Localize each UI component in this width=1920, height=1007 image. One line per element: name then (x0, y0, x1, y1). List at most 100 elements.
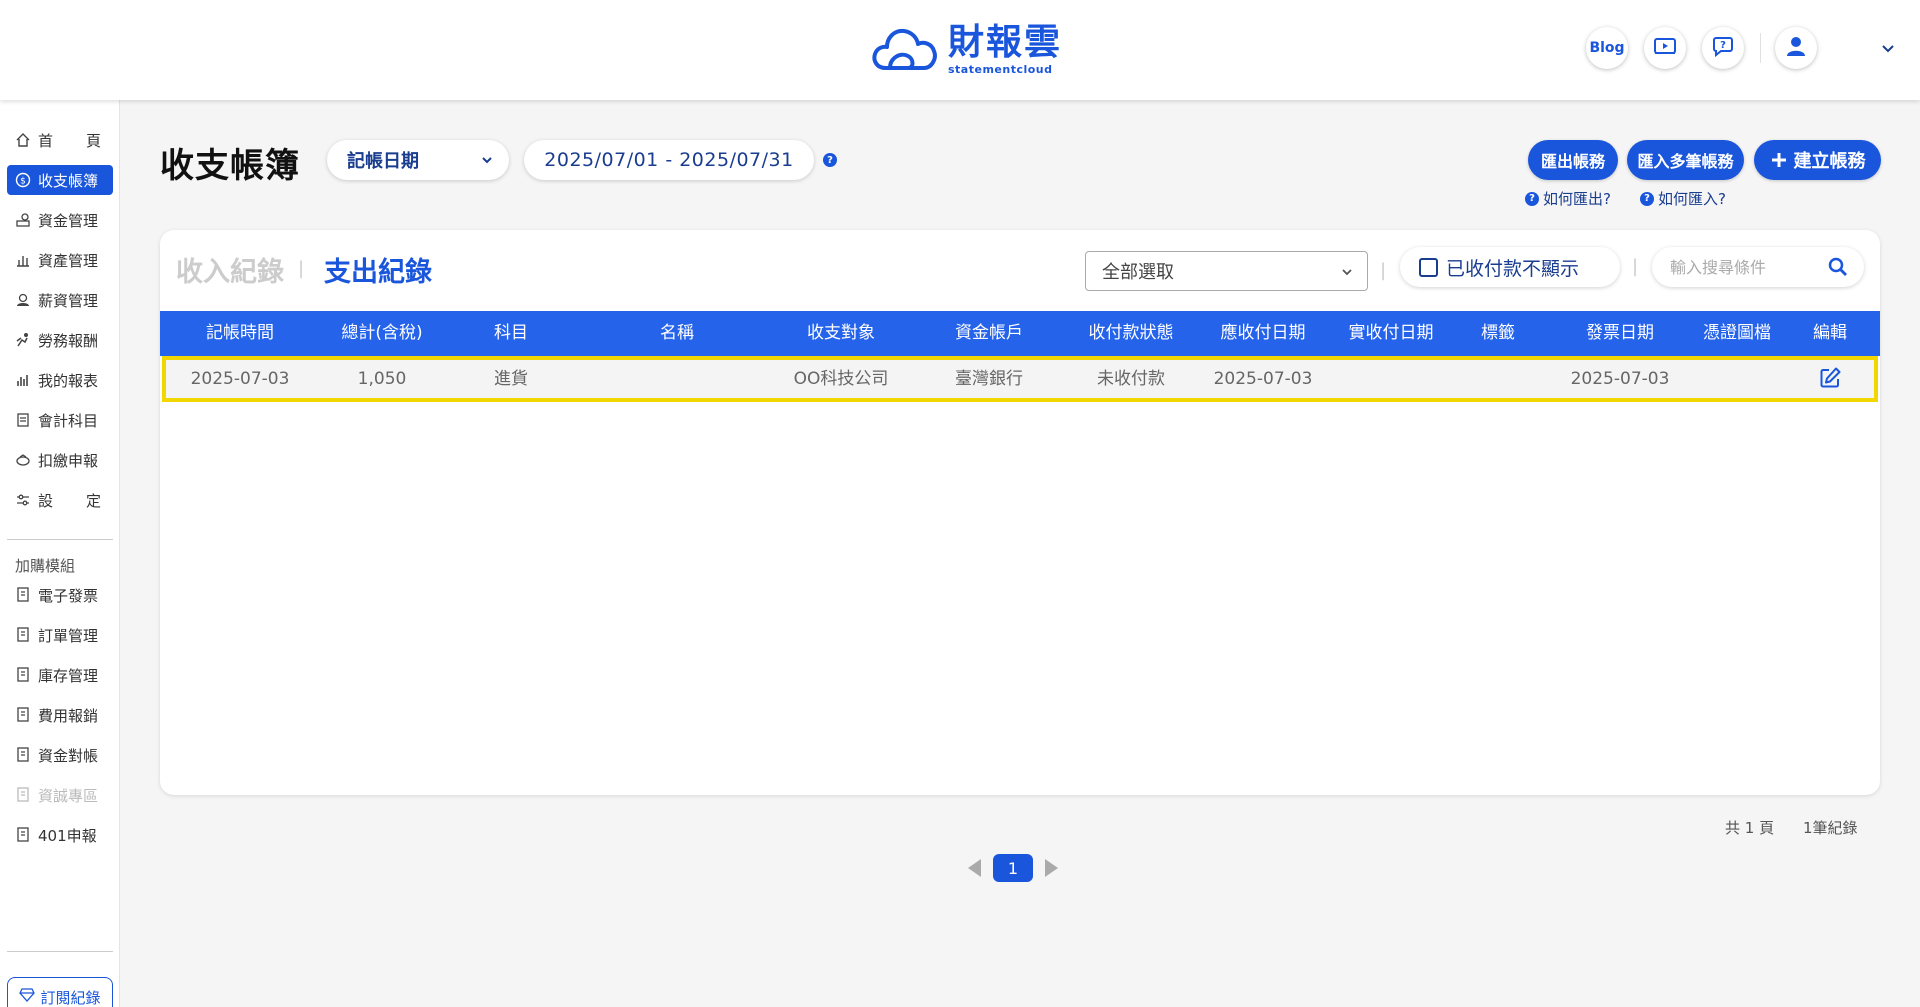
how-export-label: 如何匯出? (1543, 190, 1611, 208)
logo-title: 財報雲 (948, 22, 1063, 63)
column-header[interactable]: 名稱 (660, 311, 694, 356)
sidebar-item-funds[interactable]: 資金管理 (7, 205, 113, 235)
sidebar-item-label: 費用報銷 (38, 706, 99, 725)
create-entry-label: 建立帳務 (1793, 151, 1866, 172)
worker-icon (15, 332, 31, 348)
sidebar-item-label: 收支帳簿 (38, 171, 99, 190)
logo[interactable]: 財報雲 statementcloud (870, 22, 1062, 78)
support-chat-button[interactable]: ? (1702, 27, 1744, 69)
sidebar-item-payroll[interactable]: 薪資管理 (7, 285, 113, 315)
page-number-button[interactable]: 1 (993, 854, 1033, 882)
sidebar-divider (7, 539, 113, 540)
sidebar-item-e-invoice[interactable]: 電子發票 (7, 580, 113, 610)
sidebar-item-orders[interactable]: 訂單管理 (7, 620, 113, 650)
sidebar-item-label: 電子發票 (38, 586, 99, 605)
page-count: 共 1 頁 (1725, 819, 1775, 837)
sidebar-item-inventory[interactable]: 庫存管理 (7, 660, 113, 690)
sidebar: 首頁 $ 收支帳簿 資金管理 資產管理 薪資管理 勞務報酬 我的報表 會計科目 … (0, 100, 120, 1007)
sidebar-item-label: 定 (85, 491, 101, 510)
category-filter-select[interactable]: 全部選取 (1085, 251, 1368, 291)
column-header[interactable]: 收支對象 (807, 311, 875, 356)
sidebar-item-home[interactable]: 首頁 (7, 125, 113, 155)
hide-paid-checkbox[interactable] (1419, 257, 1438, 277)
prev-page-icon[interactable] (968, 859, 981, 877)
home-icon (15, 132, 31, 148)
logo-subtitle: statementcloud (948, 63, 1053, 76)
export-button[interactable]: 匯出帳務 (1528, 140, 1618, 180)
sidebar-item-reconcile[interactable]: 資金對帳 (7, 740, 113, 770)
sidebar-item-label: 資誠專區 (38, 786, 99, 805)
bar-chart-icon (15, 372, 31, 388)
column-header[interactable]: 憑證圖檔 (1703, 311, 1771, 356)
column-header[interactable]: 總計(含稅) (341, 311, 422, 356)
sidebar-item-withholding[interactable]: 扣繳申報 (7, 445, 113, 475)
sidebar-divider (7, 951, 113, 952)
date-range-value: 2025/07/01 - 2025/07/31 (544, 149, 794, 171)
user-icon (1784, 34, 1808, 62)
blog-button[interactable]: Blog (1586, 27, 1628, 69)
column-header[interactable]: 記帳時間 (206, 311, 274, 356)
column-header[interactable]: 收付款狀態 (1089, 311, 1174, 356)
ledger-icon (15, 412, 31, 428)
building-chart-icon (15, 252, 31, 268)
records-card: 收入紀錄 | 支出紀錄 全部選取 | 已收付款不顯示 | 記帳時間 總計(含稅)… (160, 230, 1880, 795)
record-count: 1筆紀錄 (1803, 819, 1858, 837)
sidebar-item-label: 扣繳申報 (38, 451, 99, 470)
edit-icon[interactable] (1818, 366, 1842, 390)
header-divider (1760, 33, 1761, 63)
module-icon (15, 707, 31, 723)
sidebar-item-label: 設 (38, 491, 54, 510)
question-icon[interactable]: ? (823, 153, 837, 167)
column-header[interactable]: 實收付日期 (1349, 311, 1434, 356)
subscription-button[interactable]: 訂閱紀錄 (7, 977, 113, 1007)
table-row[interactable]: 2025-07-03 1,050 進貨 OO科技公司 臺灣銀行 未收付款 202… (162, 356, 1878, 402)
video-tutorial-button[interactable] (1644, 27, 1686, 69)
sidebar-item-label: 我的報表 (38, 371, 99, 390)
module-icon (15, 587, 31, 603)
cell-status: 未收付款 (1097, 369, 1165, 389)
filter-divider: | (1380, 260, 1387, 281)
search-input[interactable] (1670, 255, 1820, 279)
sidebar-item-expenses[interactable]: 費用報銷 (7, 700, 113, 730)
cell-account: 進貨 (494, 369, 528, 389)
tab-expense[interactable]: 支出紀錄 (324, 250, 432, 289)
blog-label: Blog (1589, 40, 1625, 56)
sidebar-item-pwc-zone: 資誠專區 (7, 780, 113, 810)
sidebar-item-reports[interactable]: 我的報表 (7, 365, 113, 395)
cell-fund-account: 臺灣銀行 (955, 369, 1023, 389)
sidebar-item-401-filing[interactable]: 401申報 (7, 820, 113, 850)
user-avatar-button[interactable] (1775, 27, 1817, 69)
date-type-value: 記帳日期 (347, 151, 419, 172)
sidebar-item-ledger[interactable]: $ 收支帳簿 (7, 165, 113, 195)
column-header[interactable]: 發票日期 (1586, 311, 1654, 356)
video-book-icon (1653, 36, 1677, 60)
module-icon (15, 747, 31, 763)
sidebar-item-labor[interactable]: 勞務報酬 (7, 325, 113, 355)
create-entry-button[interactable]: 建立帳務 (1754, 140, 1881, 180)
search-box[interactable] (1652, 247, 1864, 287)
date-type-select[interactable]: 記帳日期 (327, 140, 509, 180)
how-import-link[interactable]: ? 如何匯入? (1640, 188, 1726, 209)
sliders-icon (15, 492, 31, 508)
sidebar-item-settings[interactable]: 設定 (7, 485, 113, 515)
column-header[interactable]: 應收付日期 (1221, 311, 1306, 356)
column-header[interactable]: 編輯 (1813, 311, 1847, 356)
import-button[interactable]: 匯入多筆帳務 (1627, 140, 1744, 180)
how-export-link[interactable]: ? 如何匯出? (1525, 188, 1611, 209)
column-header[interactable]: 標籤 (1481, 311, 1515, 356)
sidebar-item-assets[interactable]: 資產管理 (7, 245, 113, 275)
pagination: 1 (968, 854, 1058, 882)
sidebar-item-accounts[interactable]: 會計科目 (7, 405, 113, 435)
chevron-down-icon (479, 152, 495, 168)
tax-icon (15, 452, 31, 468)
column-header[interactable]: 科目 (494, 311, 528, 356)
tab-income[interactable]: 收入紀錄 (176, 250, 284, 289)
module-icon (15, 627, 31, 643)
chevron-down-icon[interactable] (1878, 38, 1898, 58)
search-icon[interactable] (1828, 257, 1848, 277)
next-page-icon[interactable] (1045, 859, 1058, 877)
module-icon (15, 667, 31, 683)
hide-paid-toggle[interactable]: 已收付款不顯示 (1400, 247, 1620, 287)
column-header[interactable]: 資金帳戶 (955, 311, 1023, 356)
date-range-picker[interactable]: 2025/07/01 - 2025/07/31 (524, 140, 814, 180)
